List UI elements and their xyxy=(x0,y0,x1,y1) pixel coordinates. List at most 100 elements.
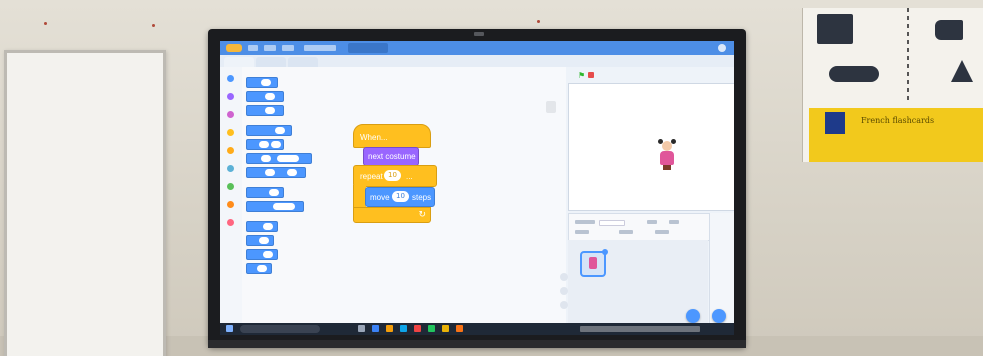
tab-code[interactable] xyxy=(224,57,254,67)
cut-line xyxy=(907,8,909,104)
menu-bar xyxy=(220,41,734,55)
monitor-brand xyxy=(474,32,484,36)
palette-block[interactable] xyxy=(246,77,278,88)
x-label xyxy=(647,220,657,224)
palette-block[interactable] xyxy=(246,167,306,178)
crowd-icon xyxy=(829,66,879,82)
sprite-body[interactable] xyxy=(660,151,674,165)
palette-block[interactable] xyxy=(246,235,274,246)
sprite-legs xyxy=(663,165,671,170)
zoom-reset-icon[interactable] xyxy=(560,301,568,309)
scratch-logo-icon[interactable] xyxy=(226,44,242,52)
show-label xyxy=(575,230,589,234)
taskbar-app-icon[interactable] xyxy=(442,325,449,332)
category-motion[interactable] xyxy=(227,75,234,82)
menu-edit[interactable] xyxy=(282,45,294,51)
control-block-suffix: ... xyxy=(406,172,413,181)
sprite-info-panel xyxy=(568,213,710,241)
direction-label xyxy=(655,230,669,234)
taskbar-app-icon[interactable] xyxy=(386,325,393,332)
move-steps-input[interactable]: 10 xyxy=(392,191,409,202)
scratch-editor: When... next costume repeat 10 ... move … xyxy=(220,41,734,335)
project-title-field[interactable] xyxy=(348,43,388,53)
sprite-ghost-icon xyxy=(546,101,556,113)
sprite-hair xyxy=(671,139,676,144)
palette-block[interactable] xyxy=(246,249,278,260)
wall-mark xyxy=(152,24,155,27)
stop-icon[interactable] xyxy=(588,72,594,78)
taskbar-app-icon[interactable] xyxy=(456,325,463,332)
category-sensing[interactable] xyxy=(227,165,234,172)
palette-block[interactable] xyxy=(246,139,284,150)
taskbar-app-icon[interactable] xyxy=(414,325,421,332)
palette-block[interactable] xyxy=(246,153,312,164)
taskbar-app-icon[interactable] xyxy=(428,325,435,332)
category-events[interactable] xyxy=(227,129,234,136)
palette-block[interactable] xyxy=(246,91,284,102)
wall-mark xyxy=(44,22,47,25)
delete-sprite-icon[interactable] xyxy=(602,249,608,255)
warning-icon xyxy=(951,60,973,82)
stage[interactable] xyxy=(568,83,734,211)
sprite-name-label xyxy=(575,220,595,224)
letter-l-icon xyxy=(825,112,845,134)
whiteboard xyxy=(4,50,166,356)
wall-poster: French flashcards xyxy=(802,8,983,162)
motion-block-suffix: steps xyxy=(412,193,432,202)
category-looks[interactable] xyxy=(227,93,234,100)
menu-file[interactable] xyxy=(264,45,276,51)
green-flag-icon[interactable]: ⚑ xyxy=(578,71,585,80)
gear-icon[interactable] xyxy=(718,44,726,52)
dog-icon xyxy=(935,20,963,40)
repeat-input[interactable]: 10 xyxy=(384,170,401,181)
category-sound[interactable] xyxy=(227,111,234,118)
motion-block-prefix: move xyxy=(370,193,390,202)
photo-scene: French flashcards When... next costume r… xyxy=(0,0,983,356)
control-block-prefix: repeat xyxy=(360,172,383,181)
windows-start-icon[interactable] xyxy=(226,325,233,332)
house-icon xyxy=(817,14,853,44)
taskbar-app-icon[interactable] xyxy=(372,325,379,332)
tab-costumes[interactable] xyxy=(256,57,286,67)
palette-block[interactable] xyxy=(246,187,284,198)
palette-block[interactable] xyxy=(246,125,292,136)
size-label xyxy=(619,230,633,234)
monitor: When... next costume repeat 10 ... move … xyxy=(208,29,746,347)
loop-arrow-icon: ↻ xyxy=(418,210,426,220)
control-block[interactable]: repeat 10 ... xyxy=(353,165,437,187)
wall-mark xyxy=(537,20,540,23)
palette-block[interactable] xyxy=(246,201,304,212)
menu-globe[interactable] xyxy=(248,45,258,51)
add-sprite-icon[interactable] xyxy=(686,309,700,323)
add-backdrop-icon[interactable] xyxy=(712,309,726,323)
motion-block[interactable]: move 10 steps xyxy=(365,187,435,207)
y-label xyxy=(669,220,679,224)
category-operators[interactable] xyxy=(227,183,234,190)
category-variables[interactable] xyxy=(227,201,234,208)
search-icon[interactable] xyxy=(240,325,320,333)
hat-block-label: When... xyxy=(360,133,388,142)
poster-heading: French flashcards xyxy=(861,116,935,125)
taskbar-app-icon[interactable] xyxy=(358,325,365,332)
zoom-out-icon[interactable] xyxy=(560,287,568,295)
looks-block[interactable]: next costume xyxy=(363,147,419,166)
sprite-name-field[interactable] xyxy=(599,220,625,226)
sprite-thumbnail-icon[interactable] xyxy=(580,249,608,277)
palette-block[interactable] xyxy=(246,221,278,232)
palette-block[interactable] xyxy=(246,263,272,274)
looks-block-label: next costume xyxy=(368,152,416,161)
block-palette xyxy=(242,67,331,335)
monitor-ledge xyxy=(208,340,746,348)
menu-tutorials[interactable] xyxy=(304,45,336,51)
category-control[interactable] xyxy=(227,147,234,154)
tab-sounds[interactable] xyxy=(288,57,318,67)
sprite-head xyxy=(662,141,672,151)
events-hat-block[interactable]: When... xyxy=(353,124,431,148)
control-block-foot: ↻ xyxy=(353,207,431,223)
category-my-blocks[interactable] xyxy=(227,219,234,226)
editor-tabs xyxy=(220,55,734,67)
palette-block[interactable] xyxy=(246,105,284,116)
system-tray[interactable] xyxy=(580,326,700,332)
taskbar-app-icon[interactable] xyxy=(400,325,407,332)
zoom-in-icon[interactable] xyxy=(560,273,568,281)
